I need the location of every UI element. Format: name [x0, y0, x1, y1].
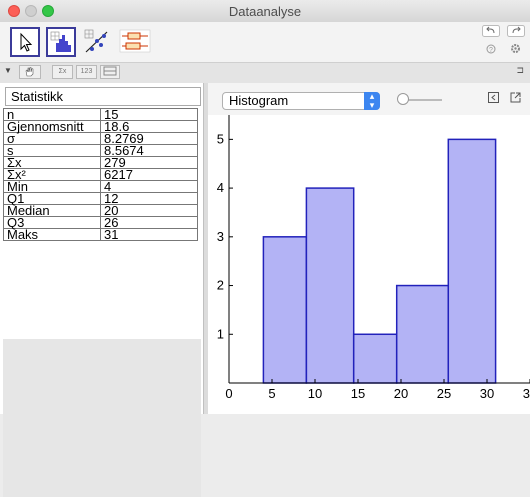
scatter-tool-button[interactable]: [82, 27, 112, 57]
hand-tool-button[interactable]: [19, 65, 41, 79]
boxplot-icon: [119, 29, 151, 53]
window-title: Dataanalyse: [228, 4, 302, 19]
empty-area: [3, 339, 201, 497]
svg-text:?: ?: [489, 47, 493, 54]
stats-row: Min 4: [3, 180, 198, 193]
x-tick-label: 30: [480, 386, 494, 401]
histogram-icon: [50, 31, 71, 52]
sigma-x-icon: Σx: [58, 68, 67, 75]
stats-key: Gjennomsnitt: [3, 120, 101, 133]
arrow-cursor-icon: [20, 32, 33, 52]
stats-row: Σx 279: [3, 156, 198, 169]
histogram-bar: [395, 284, 450, 384]
slider-knob[interactable]: [397, 93, 409, 105]
histogram-bar: [262, 236, 308, 384]
slider-track[interactable]: [404, 99, 442, 101]
y-tick-label: 5: [217, 131, 224, 146]
y-tick-label: 1: [217, 326, 224, 341]
stats-key: σ: [3, 132, 101, 145]
toolbar: ?: [0, 22, 530, 62]
title-bar: Dataanalyse: [0, 0, 530, 23]
x-tick-label: 15: [351, 386, 365, 401]
stats-key: Maks: [3, 228, 101, 241]
toggle-style-bar-icon[interactable]: ▼: [4, 66, 12, 75]
stats-row: Gjennomsnitt 18.6: [3, 120, 198, 133]
help-button[interactable]: ?: [486, 44, 496, 57]
x-tick-label: 20: [394, 386, 408, 401]
data-table-toggle-button[interactable]: 123: [76, 65, 97, 79]
y-tick-label: 2: [217, 278, 224, 293]
stats-row: Median 20: [3, 204, 198, 217]
help-icon: ?: [486, 44, 496, 54]
statistics-table: n 15 Gjennomsnitt 18.6 σ 8.2769 s 8.5674 Σx 279 Σx…: [3, 108, 198, 241]
x-tick-label: 5: [268, 386, 275, 401]
plot-panel: Histogram ▴▾ 1 2 3 4 5 0 5 10 15 20 25 30 35: [208, 83, 530, 414]
gear-icon: [511, 44, 520, 53]
x-tick-label: 0: [225, 386, 232, 401]
statistics-panel: Statistikk n 15 Gjennomsnitt 18.6 σ 8.2769 s 8.…: [0, 83, 203, 497]
x-tick-label: 25: [437, 386, 451, 401]
redo-button[interactable]: [507, 25, 525, 40]
histogram-bar: [352, 333, 398, 384]
stats-row: Maks 31: [3, 228, 198, 241]
style-bar: ▼ Σx 123 ⊐: [0, 62, 530, 84]
layout-icon: [103, 66, 117, 76]
redo-icon: [507, 25, 525, 37]
dock-icon[interactable]: ⊐: [516, 65, 524, 76]
plot-type-value: Histogram: [229, 93, 289, 108]
stats-row: Σx² 6217: [3, 168, 198, 181]
hand-icon: [25, 67, 34, 77]
stats-row: σ 8.2769: [3, 132, 198, 145]
select-arrows-icon: ▴ ▾: [364, 92, 380, 110]
settings-button[interactable]: [510, 43, 521, 57]
histogram-tool-button[interactable]: [46, 27, 76, 57]
undo-button[interactable]: [482, 25, 500, 40]
y-tick-label: 4: [217, 180, 224, 195]
collapse-panel-icon[interactable]: [488, 92, 499, 103]
x-tick-label: 10: [308, 386, 322, 401]
stats-row: s 8.5674: [3, 144, 198, 157]
plot-type-select[interactable]: Histogram ▴ ▾: [222, 92, 380, 110]
histogram-chart: 1 2 3 4 5 0 5 10 15 20 25 30 35: [217, 115, 530, 401]
boxplot-tool-button[interactable]: [118, 27, 152, 57]
undo-icon: [482, 25, 500, 37]
export-icon[interactable]: [510, 92, 521, 103]
stats-value: 31: [100, 228, 198, 241]
scatter-plot-icon: [84, 29, 108, 53]
statistics-toggle-button[interactable]: Σx: [52, 65, 73, 79]
layout-toggle-button[interactable]: [100, 65, 120, 79]
plot-header: Histogram ▴ ▾: [208, 83, 530, 115]
stats-value: 6217: [100, 168, 198, 181]
move-tool-button[interactable]: [10, 27, 40, 57]
y-tick-label: 3: [217, 229, 224, 244]
data-table-icon: 123: [80, 68, 93, 75]
histogram-bar: [305, 187, 355, 384]
x-tick-label: 35: [523, 386, 530, 401]
statistics-title: Statistikk: [5, 87, 201, 106]
histogram-bar: [447, 138, 497, 384]
